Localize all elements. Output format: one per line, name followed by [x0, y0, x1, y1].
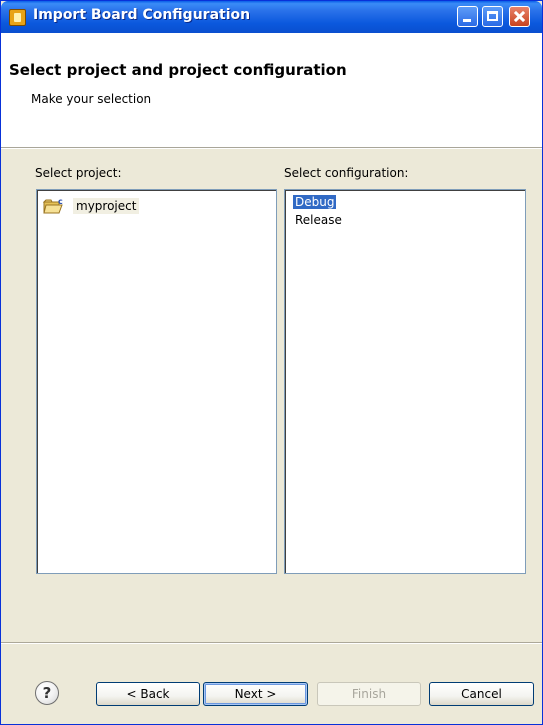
- close-button[interactable]: [509, 6, 530, 27]
- help-button[interactable]: ?: [35, 681, 59, 705]
- help-icon: ?: [42, 684, 52, 702]
- list-item-debug[interactable]: Debug: [293, 195, 337, 209]
- finish-button[interactable]: Finish: [317, 682, 421, 706]
- header-divider: [1, 148, 542, 149]
- list-item-label: myproject: [73, 198, 140, 214]
- wizard-header: Select project and project configuration…: [1, 33, 542, 148]
- app-icon: [9, 9, 26, 26]
- page-title: Select project and project configuration: [9, 61, 347, 79]
- list-item-myproject[interactable]: c myproject: [43, 195, 140, 217]
- minimize-icon: [463, 19, 471, 22]
- minimize-button[interactable]: [457, 6, 478, 27]
- list-item-release[interactable]: Release: [293, 213, 344, 227]
- close-icon: [510, 7, 529, 26]
- project-list[interactable]: c myproject: [36, 189, 277, 574]
- window-title: Import Board Configuration: [33, 7, 251, 23]
- svg-text:c: c: [58, 197, 63, 206]
- page-description: Make your selection: [31, 92, 152, 106]
- select-project-label: Select project:: [35, 166, 122, 180]
- footer-divider-highlight: [1, 643, 542, 644]
- select-configuration-label: Select configuration:: [284, 166, 409, 180]
- c-project-folder-icon: c: [43, 197, 65, 215]
- import-board-configuration-dialog: Import Board Configuration Select projec…: [0, 0, 543, 725]
- title-bar[interactable]: Import Board Configuration: [1, 1, 542, 33]
- next-button[interactable]: Next >: [203, 682, 308, 706]
- maximize-button[interactable]: [482, 6, 503, 27]
- cancel-button[interactable]: Cancel: [429, 682, 534, 706]
- back-button[interactable]: < Back: [96, 682, 200, 706]
- maximize-icon: [487, 11, 498, 21]
- configuration-list[interactable]: Debug Release: [284, 189, 526, 574]
